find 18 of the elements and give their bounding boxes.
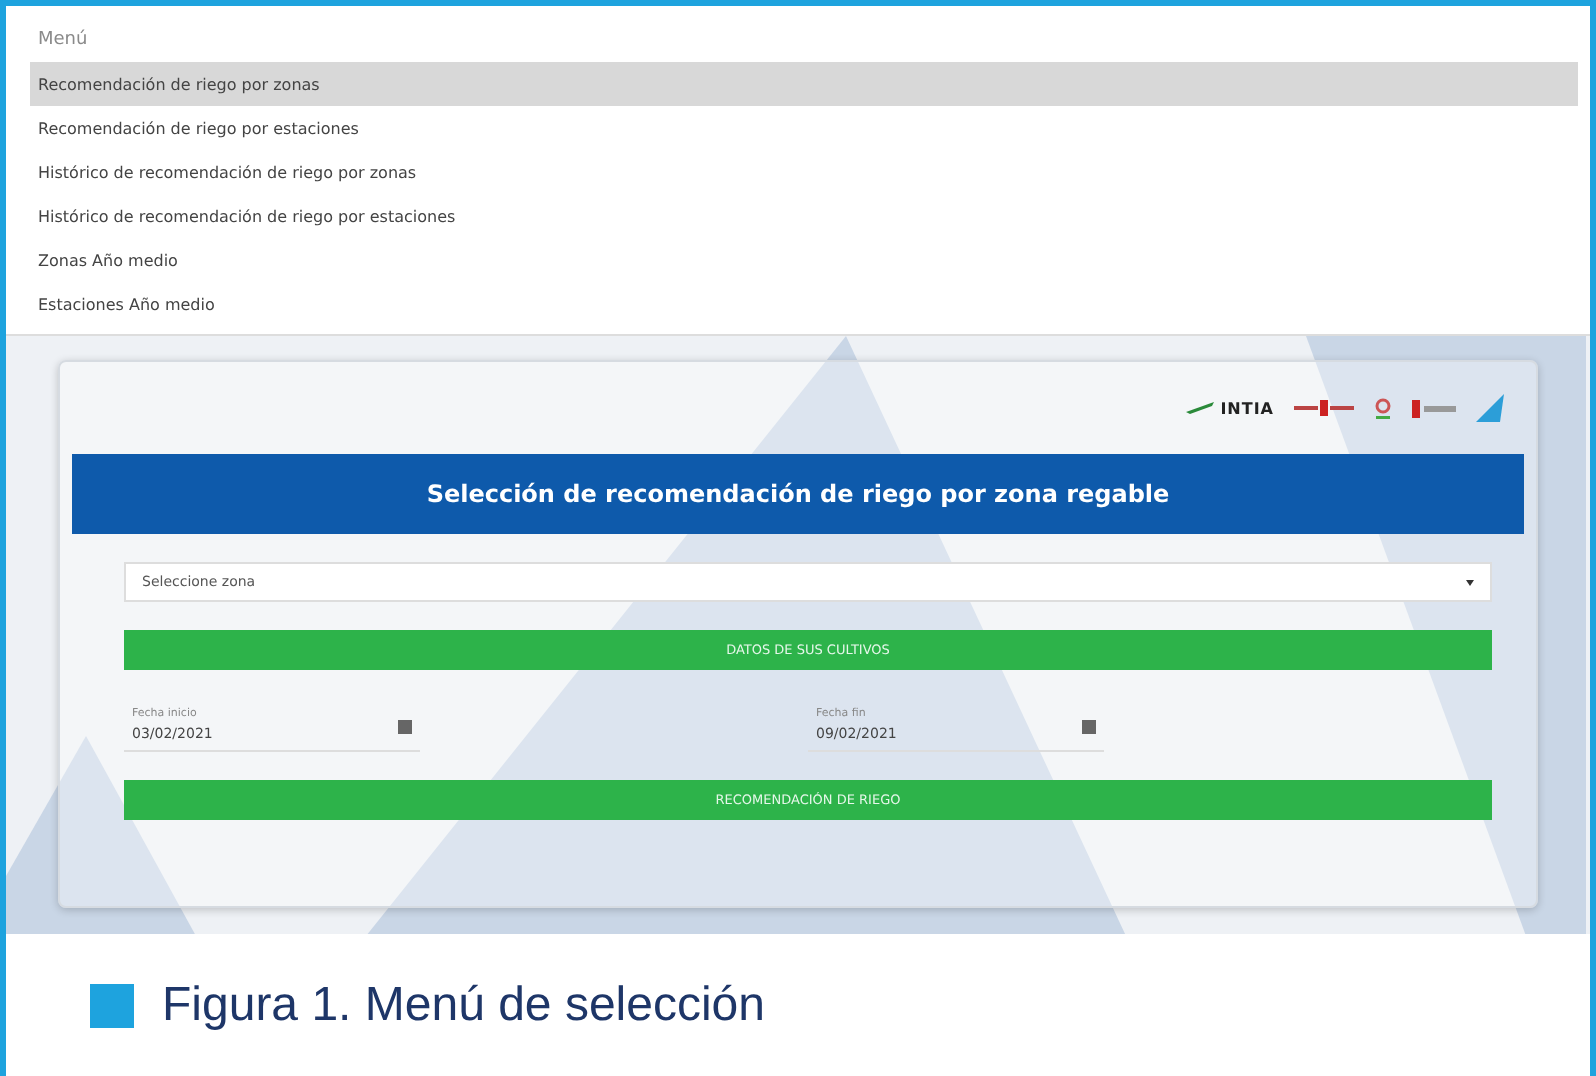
menu-item[interactable]: Histórico de recomendación de riego por estaciones xyxy=(30,194,1578,238)
caption-marker-icon xyxy=(90,983,134,1027)
menu-title: Menú xyxy=(36,27,90,54)
menu-item[interactable]: Zonas Año medio xyxy=(30,238,1578,282)
banner-title: Selección de recomendación de riego por zona regable xyxy=(426,480,1170,508)
menu-item[interactable]: Estaciones Año medio xyxy=(30,282,1578,326)
calendar-icon[interactable] xyxy=(1082,719,1096,733)
menu-item[interactable]: Histórico de recomendación de riego por zonas xyxy=(30,150,1578,194)
figure-caption: Figura 1. Menú de selección xyxy=(162,977,765,1033)
calendar-icon[interactable] xyxy=(398,719,412,733)
emblem-logo-icon xyxy=(1412,399,1456,417)
menu-item[interactable]: Recomendación de riego por zonas xyxy=(30,62,1578,106)
sail-logo-icon xyxy=(1476,394,1504,422)
menu-item[interactable]: Recomendación de riego por estaciones xyxy=(30,106,1578,150)
intia-logo: INTIA xyxy=(1186,399,1274,417)
government-logo-icon xyxy=(1294,400,1354,416)
pin-logo-icon xyxy=(1374,397,1392,419)
caret-icon xyxy=(1466,579,1474,585)
